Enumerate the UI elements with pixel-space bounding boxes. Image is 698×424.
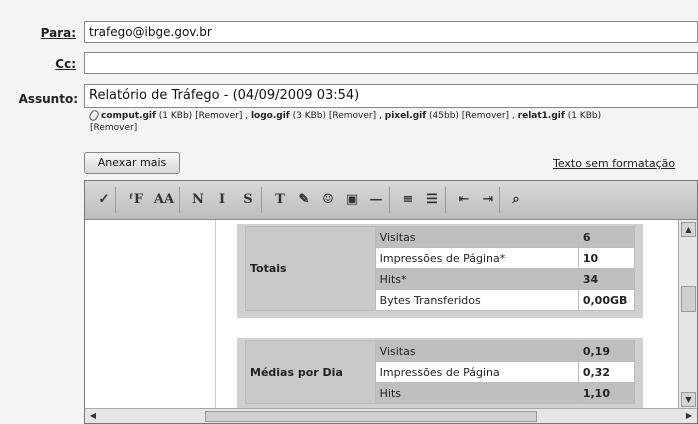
- toolbar-separator: [261, 187, 262, 213]
- toolbar-separator: [115, 187, 116, 213]
- remove-attachment-link[interactable]: [Remover]: [195, 111, 242, 121]
- scroll-up-icon[interactable]: ▲: [681, 222, 696, 237]
- italic-icon[interactable]: I: [211, 190, 233, 210]
- metric-label: Hits: [374, 382, 579, 404]
- metric-label: Bytes Transferidos: [374, 289, 579, 311]
- attachment-name: comput.gif: [101, 111, 156, 121]
- metric-value: 10: [577, 247, 636, 269]
- attachment-item: pixel.gif (45bb) [Remover] ,: [385, 111, 518, 121]
- assunto-field[interactable]: Relatório de Tráfego - (04/09/2009 03:54…: [84, 84, 698, 108]
- group-label: Médias por Dia: [245, 340, 376, 404]
- editor-content[interactable]: Totais Visitas 6 Impressões de Página* 10 Hit…: [85, 220, 679, 418]
- rich-text-editor[interactable]: ✓ ᶠF AA N I S T ✎ ☺ ▣ — ≡ ☰ ⇤ ⇥ ⌕ Totais Visitas 6 Impress…: [84, 180, 698, 424]
- attachment-item: logo.gif (3 KBb) [Remover] ,: [251, 111, 385, 121]
- toolbar-separator: [499, 187, 500, 213]
- remove-attachment-link[interactable]: [Remover]: [462, 111, 509, 121]
- metric-label: Impressões de Página: [374, 361, 579, 383]
- texto-sem-formatacao-link[interactable]: Texto sem formatação: [553, 157, 675, 170]
- toolbar-separator: [445, 187, 446, 213]
- para-label[interactable]: Para:: [36, 26, 76, 40]
- indent-icon[interactable]: ⇥: [477, 190, 499, 210]
- attachment-separator: ,: [379, 111, 382, 121]
- scroll-down-icon[interactable]: ▼: [681, 392, 696, 407]
- horizontal-scrollbar[interactable]: ◀ ▶: [85, 408, 697, 423]
- horizontal-rule-icon[interactable]: —: [365, 190, 387, 210]
- para-field[interactable]: trafego@ibge.gov.br: [84, 21, 698, 43]
- attachment-size: (45bb): [429, 111, 459, 121]
- attachment-size: (1 KBb): [567, 111, 602, 121]
- highlight-icon[interactable]: ✎: [293, 190, 315, 210]
- font-size-icon[interactable]: AA: [153, 190, 175, 210]
- attachment-list: comput.gif (1 KBb) [Remover] , logo.gif …: [87, 108, 650, 134]
- table-row: Médias por Dia Visitas 0,19: [245, 340, 636, 404]
- toolbar-separator: [389, 187, 390, 213]
- underline-icon[interactable]: S: [237, 190, 259, 210]
- content-divider: [215, 220, 216, 409]
- totais-table: Totais Visitas 6 Impressões de Página* 10 Hit…: [245, 226, 636, 311]
- vertical-scrollbar[interactable]: ▲ ▼: [678, 220, 697, 409]
- attachment-name: pixel.gif: [384, 111, 427, 121]
- attachment-size: (1 KBb): [158, 111, 193, 121]
- anexar-mais-button[interactable]: Anexar mais: [84, 152, 180, 174]
- toolbar-separator: [179, 187, 180, 213]
- outdent-icon[interactable]: ⇤: [453, 190, 475, 210]
- cc-label[interactable]: Cc:: [36, 57, 76, 71]
- metric-value: 0,19: [577, 340, 636, 362]
- attachment-separator: ,: [245, 111, 249, 121]
- metric-value: 6: [577, 226, 636, 248]
- metric-value: 0,32: [577, 361, 636, 383]
- paperclip-icon: [87, 108, 101, 123]
- remove-attachment-link[interactable]: [Remover]: [90, 123, 137, 133]
- attachment-separator: ,: [511, 111, 515, 121]
- attachment-name: relat1.gif: [517, 111, 565, 121]
- insert-image-icon[interactable]: ▣: [341, 190, 363, 210]
- attachment-size: (3 KBb): [292, 111, 326, 121]
- attachment-item: comput.gif (1 KBb) [Remover] ,: [101, 111, 251, 121]
- group-label: Totais: [245, 226, 376, 311]
- editor-toolbar: ✓ ᶠF AA N I S T ✎ ☺ ▣ — ≡ ☰ ⇤ ⇥ ⌕: [85, 181, 697, 220]
- metric-value: 34: [577, 268, 636, 290]
- vertical-scroll-thumb[interactable]: [681, 286, 696, 312]
- assunto-label: Assunto:: [18, 92, 78, 106]
- spellcheck-icon[interactable]: ✓: [93, 190, 115, 210]
- scroll-right-icon[interactable]: ▶: [683, 410, 695, 421]
- metric-label: Visitas: [374, 226, 579, 248]
- text-color-icon[interactable]: T: [269, 190, 291, 210]
- font-family-icon[interactable]: ᶠF: [125, 190, 147, 210]
- scroll-left-icon[interactable]: ◀: [87, 410, 99, 421]
- bullet-list-icon[interactable]: ≡: [397, 190, 419, 210]
- medias-table: Médias por Dia Visitas 0,19 Impressões de P…: [245, 340, 636, 404]
- attachment-name: logo.gif: [250, 111, 290, 121]
- emoticon-icon[interactable]: ☺: [317, 190, 339, 210]
- cc-field[interactable]: [84, 52, 698, 74]
- numbered-list-icon[interactable]: ☰: [421, 190, 443, 210]
- bold-icon[interactable]: N: [187, 190, 209, 210]
- metric-value: 0,00GB: [577, 289, 636, 311]
- table-row: Totais Visitas 6: [245, 226, 636, 311]
- metric-label: Hits*: [374, 268, 579, 290]
- metric-label: Visitas: [374, 340, 579, 362]
- metric-value: 1,10: [577, 382, 636, 404]
- metric-label: Impressões de Página*: [374, 247, 579, 269]
- link-icon[interactable]: ⌕: [505, 190, 527, 210]
- horizontal-scroll-thumb[interactable]: [205, 411, 537, 422]
- remove-attachment-link[interactable]: [Remover]: [329, 111, 376, 121]
